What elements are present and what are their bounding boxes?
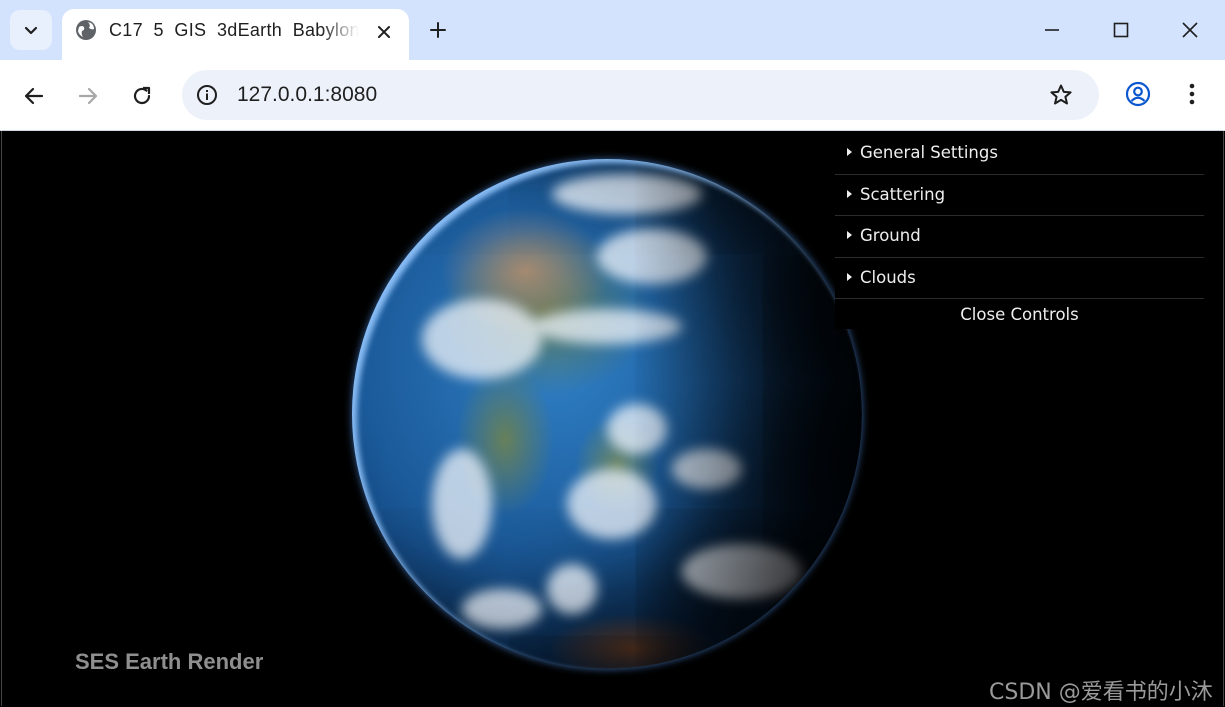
folder-scattering[interactable]: Scattering <box>835 175 1204 216</box>
reload-button[interactable] <box>124 78 160 114</box>
caret-right-icon <box>847 148 852 156</box>
new-tab-button[interactable] <box>424 16 452 44</box>
plus-icon <box>430 22 446 38</box>
url-text[interactable]: 127.0.0.1:8080 <box>237 83 377 107</box>
controls-panel: General Settings Scattering Ground Cloud… <box>835 133 1204 329</box>
tab-search-button[interactable] <box>10 10 52 50</box>
caret-right-icon <box>847 189 852 198</box>
folder-label: Clouds <box>860 267 916 287</box>
folder-ground[interactable]: Ground <box>835 216 1204 258</box>
site-info-button[interactable] <box>195 83 219 107</box>
bookmark-button[interactable] <box>1048 82 1074 108</box>
back-button[interactable] <box>16 78 52 114</box>
close-window-button[interactable] <box>1167 12 1213 48</box>
arrow-left-icon <box>24 87 44 105</box>
chevron-down-icon <box>24 26 38 35</box>
close-window-icon <box>1182 22 1198 38</box>
star-icon <box>1050 84 1072 105</box>
more-vert-icon <box>1189 83 1195 105</box>
browser-menu-button[interactable] <box>1178 80 1206 108</box>
render-canvas[interactable]: General Settings Scattering Ground Cloud… <box>1 131 1224 706</box>
folder-general-settings[interactable]: General Settings <box>835 133 1204 175</box>
caret-right-icon <box>847 231 852 239</box>
maximize-window-button[interactable] <box>1098 12 1144 48</box>
browser-toolbar: 127.0.0.1:8080 <box>0 60 1225 131</box>
globe-icon <box>75 19 97 41</box>
close-tab-button[interactable] <box>372 20 396 44</box>
close-controls-button[interactable]: Close Controls <box>835 299 1204 329</box>
arrow-right-icon <box>78 87 98 105</box>
profile-button[interactable] <box>1124 80 1152 108</box>
info-icon <box>197 85 217 105</box>
minimize-icon <box>1045 29 1059 31</box>
minimize-window-button[interactable] <box>1029 12 1075 48</box>
forward-button[interactable] <box>70 78 106 114</box>
earth-rim-light <box>352 159 862 669</box>
tab-title: C17 5 GIS 3dEarth BabylonJ <box>109 20 359 40</box>
browser-tab-strip: C17 5 GIS 3dEarth BabylonJ <box>0 0 1225 60</box>
close-icon <box>378 26 390 38</box>
brand-label: SES Earth Render <box>75 649 264 674</box>
address-bar[interactable]: 127.0.0.1:8080 <box>182 70 1099 120</box>
folder-label: General Settings <box>860 143 998 162</box>
folder-clouds[interactable]: Clouds <box>835 258 1204 299</box>
account-icon <box>1125 81 1151 107</box>
caret-right-icon <box>847 272 852 281</box>
earth-globe[interactable] <box>346 153 872 679</box>
folder-label: Scattering <box>860 184 946 204</box>
reload-icon <box>133 86 151 105</box>
maximize-icon <box>1113 22 1129 38</box>
active-tab[interactable]: C17 5 GIS 3dEarth BabylonJ <box>62 9 409 60</box>
watermark-text: CSDN @爱看书的小沐 <box>989 680 1213 705</box>
folder-label: Ground <box>860 226 921 245</box>
